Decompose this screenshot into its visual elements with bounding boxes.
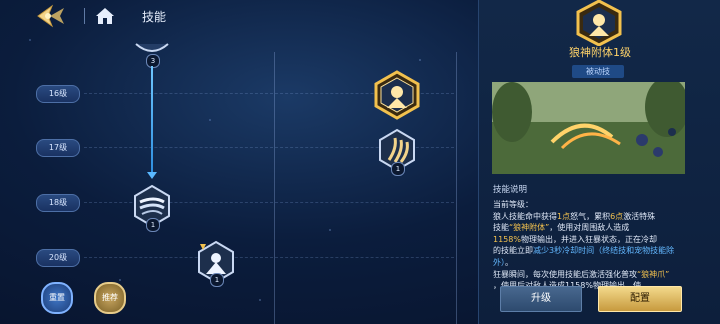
skill-count-badge: 1 <box>210 273 224 287</box>
skill-count-badge: 1 <box>146 218 160 232</box>
level-label-20: 20级 <box>36 249 80 267</box>
desc-text: 技能 <box>493 223 509 233</box>
desc-text: 物理输出，并进入狂暴状态，正在冷却 <box>520 234 657 244</box>
skill-type-tag: 被动技 <box>572 65 624 78</box>
level-label-16: 16级 <box>36 85 80 103</box>
divider <box>84 8 85 24</box>
reset-button[interactable]: 重置 <box>41 282 73 314</box>
desc-highlight: “狼神爪” <box>637 269 670 279</box>
desc-highlight: 6点 <box>610 211 624 221</box>
desc-text: 怒气，累积 <box>570 211 611 221</box>
skill-count-badge: 1 <box>391 162 405 176</box>
desc-text: 狂暴瞬间，每次使用技能后激活强化普攻 <box>493 269 637 279</box>
desc-text: 。 <box>505 257 513 267</box>
top-bar: 技能 <box>0 0 478 32</box>
home-icon[interactable] <box>94 6 116 26</box>
skill-title: 狼神附体1级 <box>569 46 631 59</box>
level-label-17: 17级 <box>36 139 80 157</box>
recommend-button[interactable]: 推荐 <box>94 282 126 314</box>
skill-count-badge: 3 <box>146 54 160 68</box>
config-button[interactable]: 配置 <box>598 286 682 312</box>
page-title: 技能 <box>142 10 167 24</box>
skill-detail-panel: 狼神附体1级 被动技 技能说明 当前等级： 狼人技能命中获得1点怒气，累积6点激… <box>478 0 720 324</box>
back-arrow-icon[interactable] <box>34 2 74 30</box>
skill-description: 当前等级： 狼人技能命中获得1点怒气，累积6点激活特殊 技能“狼神附体”，使用对… <box>493 199 689 290</box>
arrow-down-icon <box>147 172 157 179</box>
desc-text: ，使用对周围敌人造成 <box>549 223 630 233</box>
desc-text: 当前等级： <box>493 200 533 209</box>
upgrade-button[interactable]: 升级 <box>500 286 582 312</box>
selected-skill-icon <box>574 0 624 47</box>
desc-highlight: 1点 <box>557 211 571 221</box>
skill-node-16-selected[interactable] <box>372 70 422 120</box>
desc-highlight: 1158% <box>493 234 521 244</box>
level-label-18: 18级 <box>36 194 80 212</box>
row-guide <box>84 257 454 258</box>
desc-text: 激活特殊 <box>623 211 656 221</box>
desc-highlight: “狼神附体” <box>509 223 550 233</box>
prerequisite-line <box>151 66 153 172</box>
desc-text: 狼人技能命中获得 <box>493 211 557 221</box>
skill-description-heading: 技能说明 <box>493 185 528 195</box>
desc-text: 的技能立即 <box>493 246 533 256</box>
skill-preview-image <box>492 82 685 174</box>
column-divider <box>456 52 457 324</box>
